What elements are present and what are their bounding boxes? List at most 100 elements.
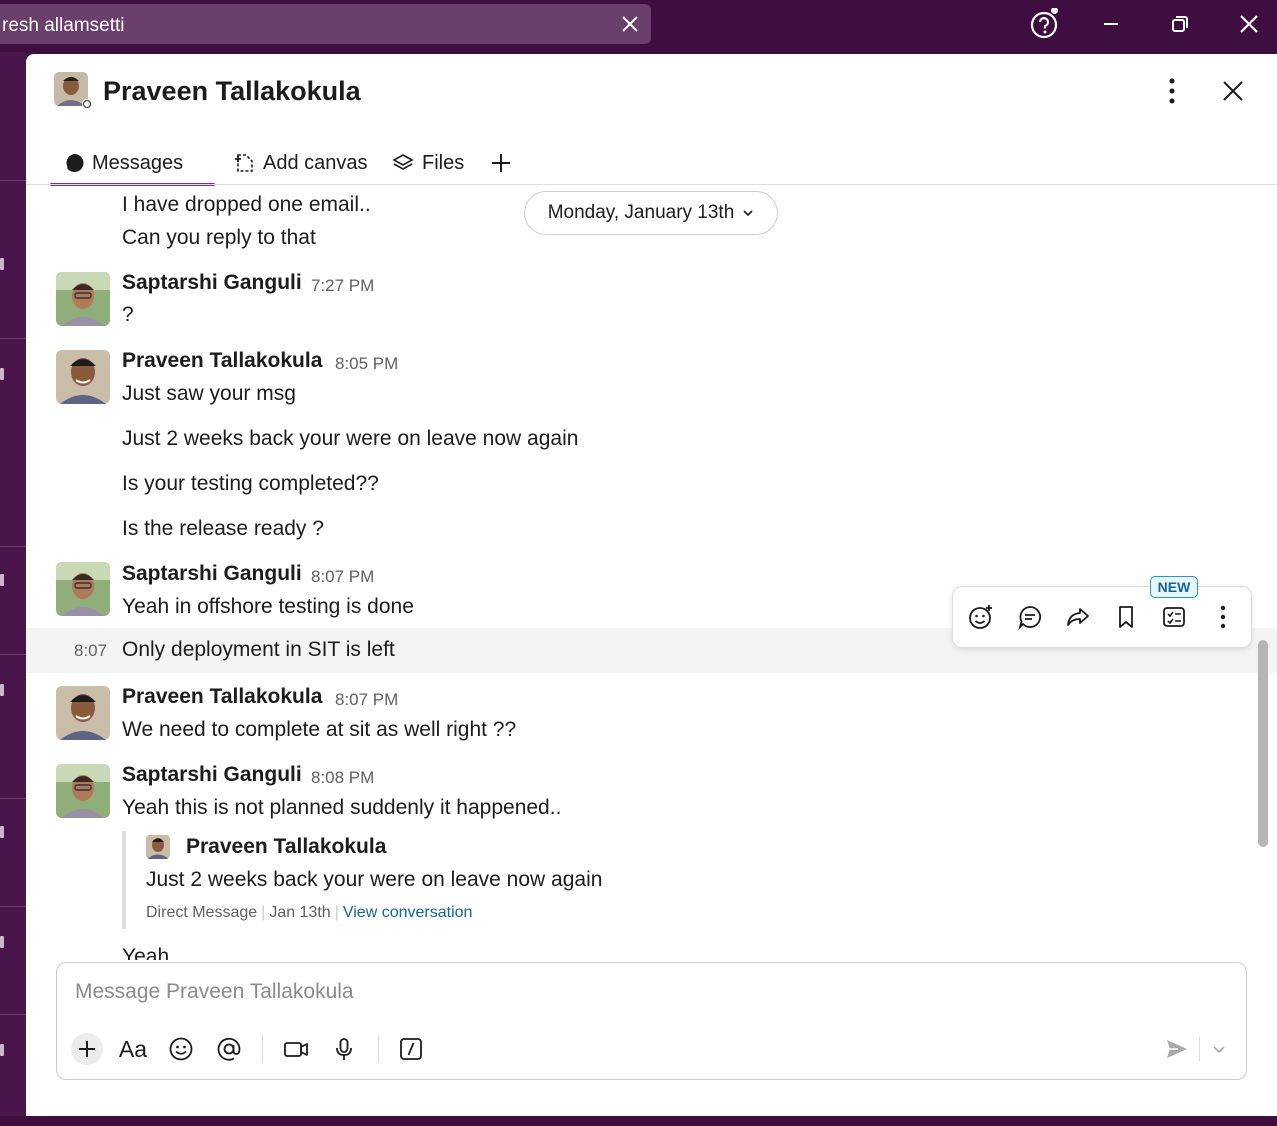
message-text: I have dropped one email.. <box>122 193 371 216</box>
tab-add-canvas[interactable]: Add canvas <box>233 140 368 186</box>
message-text: Is your testing completed?? <box>122 472 379 495</box>
message-text: Yeah this is not planned suddenly it hap… <box>122 796 562 819</box>
avatar[interactable] <box>56 764 110 818</box>
rail-marker <box>0 684 4 696</box>
bookmark-icon[interactable] <box>1112 603 1140 631</box>
attach-button[interactable] <box>71 1033 103 1065</box>
tab-label: Messages <box>92 151 184 174</box>
message-text: We need to complete at sit as well right… <box>122 718 517 741</box>
date-label: Monday, January 13th <box>547 202 735 223</box>
avatar[interactable] <box>56 350 110 404</box>
video-button[interactable] <box>280 1033 312 1065</box>
send-button[interactable] <box>1161 1033 1193 1065</box>
quoted-message[interactable]: Praveen Tallakokula Just 2 weeks back yo… <box>122 831 722 929</box>
plus-icon <box>79 1041 95 1057</box>
close-icon[interactable] <box>1218 76 1248 106</box>
dm-panel: Praveen Tallakokula Messages Add canvas … <box>26 54 1277 1116</box>
search-text: resh allamsetti <box>2 15 125 36</box>
avatar[interactable] <box>56 562 110 616</box>
message-author[interactable]: Saptarshi Ganguli <box>122 271 302 295</box>
message-time[interactable]: 8:05 PM <box>335 354 398 374</box>
rail-divider <box>0 906 26 907</box>
message-input[interactable]: Message Praveen Tallakokula <box>75 980 354 1004</box>
add-tab-button[interactable] <box>490 140 512 186</box>
reply-thread-icon[interactable] <box>1016 603 1044 631</box>
help-icon[interactable] <box>1027 8 1061 42</box>
emoji-icon <box>169 1037 193 1061</box>
mention-button[interactable] <box>213 1033 245 1065</box>
meta-separator: | <box>261 904 266 921</box>
forward-icon[interactable] <box>1064 603 1092 631</box>
shortcuts-button[interactable] <box>395 1033 427 1065</box>
rail-marker <box>0 826 4 838</box>
quote-date: Jan 13th <box>269 904 331 921</box>
more-vertical-icon[interactable] <box>1158 76 1186 106</box>
tab-label: Files <box>422 151 465 174</box>
rail-divider <box>0 798 26 799</box>
message-author[interactable]: Praveen Tallakokula <box>122 685 322 709</box>
message-bubble-icon <box>65 153 84 172</box>
send-options-button[interactable] <box>1203 1033 1235 1065</box>
rail-marker <box>0 574 4 586</box>
chevron-down-icon <box>743 210 753 217</box>
quote-author[interactable]: Praveen Tallakokula <box>186 835 386 859</box>
audio-button[interactable] <box>328 1033 360 1065</box>
avatar-praveen-icon <box>56 686 110 740</box>
message-text: ? <box>122 303 134 326</box>
rail-marker <box>0 368 4 380</box>
message-text: Just 2 weeks back your were on leave now… <box>122 427 579 450</box>
message-time[interactable]: 8:07 <box>74 641 107 661</box>
rail-divider <box>0 1014 26 1015</box>
message-time[interactable]: 8:07 PM <box>335 690 398 710</box>
rail-divider <box>0 654 26 655</box>
date-divider[interactable]: Monday, January 13th <box>524 191 778 235</box>
message-text: Can you reply to that <box>122 226 316 249</box>
close-icon[interactable] <box>619 13 641 35</box>
canvas-icon <box>235 154 253 172</box>
plus-icon <box>492 154 510 172</box>
page-title[interactable]: Praveen Tallakokula <box>103 76 361 107</box>
message-time[interactable]: 8:08 PM <box>311 768 374 788</box>
message-author[interactable]: Saptarshi Ganguli <box>122 763 302 787</box>
rail-marker <box>0 1044 4 1056</box>
message-time[interactable]: 8:07 PM <box>311 567 374 587</box>
window-close-icon[interactable] <box>1232 8 1266 42</box>
avatar-saptarshi-icon <box>56 562 110 616</box>
message-composer[interactable]: Message Praveen Tallakokula Aa <box>56 962 1247 1080</box>
message-author[interactable]: Saptarshi Ganguli <box>122 562 302 586</box>
message-text: Yeah <box>122 945 170 960</box>
conversation-header: Praveen Tallakokula <box>26 54 1277 130</box>
avatar-praveen-icon <box>146 835 170 859</box>
search-bar[interactable]: resh allamsetti <box>0 4 651 44</box>
left-rail <box>0 52 26 1122</box>
more-actions-icon[interactable] <box>1209 603 1237 631</box>
rail-marker <box>0 936 4 948</box>
message-text: Is the release ready ? <box>122 517 324 540</box>
tab-messages[interactable]: Messages <box>50 140 215 186</box>
add-to-list-icon[interactable] <box>1160 603 1188 631</box>
mention-icon <box>217 1037 241 1061</box>
header-avatar[interactable] <box>54 72 92 110</box>
emoji-button[interactable] <box>165 1033 197 1065</box>
tab-files[interactable]: Files <box>392 140 464 186</box>
view-conversation-link[interactable]: View conversation <box>343 904 473 921</box>
restore-icon[interactable] <box>1163 8 1197 42</box>
message-author[interactable]: Praveen Tallakokula <box>122 349 322 373</box>
message-text: Yeah in offshore testing is done <box>122 595 414 618</box>
message-time[interactable]: 7:27 PM <box>311 276 374 296</box>
scrollbar-thumb[interactable] <box>1258 640 1268 847</box>
add-reaction-icon[interactable] <box>967 603 995 631</box>
toolbar-divider <box>1199 1037 1200 1061</box>
minimize-icon[interactable] <box>1094 8 1128 42</box>
layers-icon <box>392 154 414 170</box>
quote-source: Direct Message <box>146 904 258 921</box>
avatar[interactable] <box>56 272 110 326</box>
toolbar-divider <box>378 1035 379 1063</box>
video-icon <box>284 1042 308 1057</box>
quote-text: Just 2 weeks back your were on leave now… <box>146 868 603 891</box>
avatar-saptarshi-icon <box>56 272 110 326</box>
format-button[interactable]: Aa <box>117 1033 149 1065</box>
message-text: Just saw your msg <box>122 382 296 405</box>
avatar[interactable] <box>56 686 110 740</box>
rail-marker <box>0 258 4 270</box>
